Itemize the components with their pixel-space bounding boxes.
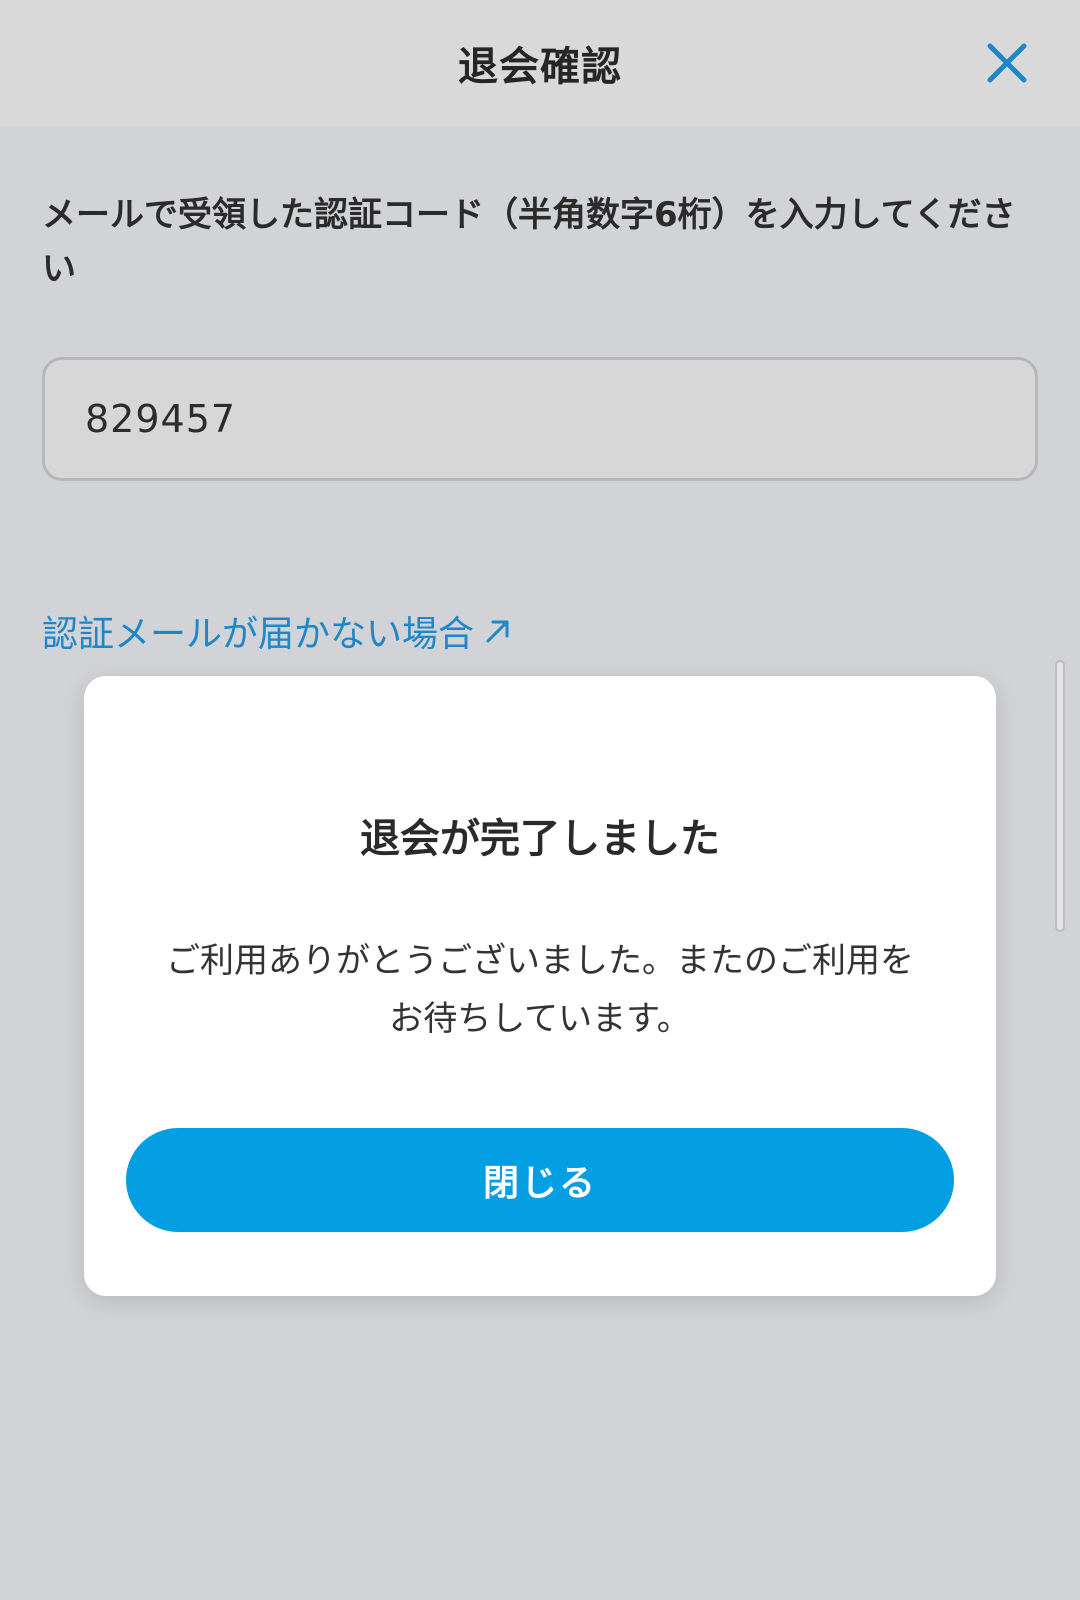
instruction-text: メールで受領した認証コード（半角数字6桁）を入力してください — [42, 195, 1016, 289]
verification-code-input[interactable] — [42, 357, 1038, 481]
dialog-close-button[interactable]: 閉じる — [126, 1128, 954, 1232]
dialog-title: 退会が完了しました — [360, 816, 720, 862]
scrollbar[interactable] — [1055, 660, 1065, 932]
email-not-received-link[interactable]: 認証メールが届かない場合 — [42, 605, 514, 657]
page-title: 退会確認 — [458, 44, 622, 90]
dialog-message-line-2: お待ちしています。 — [389, 999, 691, 1039]
external-arrow-icon — [482, 615, 514, 647]
close-button[interactable] — [982, 38, 1032, 88]
email-not-received-link-label: 認証メールが届かない場合 — [42, 614, 475, 655]
dialog-message-line-1: ご利用ありがとうございました。またのご利用を — [166, 941, 914, 981]
page: 退会確認 メールで受領した認証コード（半角数字6桁）を入力してください 認証メー… — [0, 0, 1080, 1600]
header-bar: 退会確認 — [0, 0, 1080, 126]
dialog-message: ご利用ありがとうございました。またのご利用を お待ちしています。 — [114, 932, 966, 1048]
close-icon — [987, 43, 1027, 83]
completion-dialog: 退会が完了しました ご利用ありがとうございました。またのご利用を お待ちしていま… — [84, 676, 996, 1296]
